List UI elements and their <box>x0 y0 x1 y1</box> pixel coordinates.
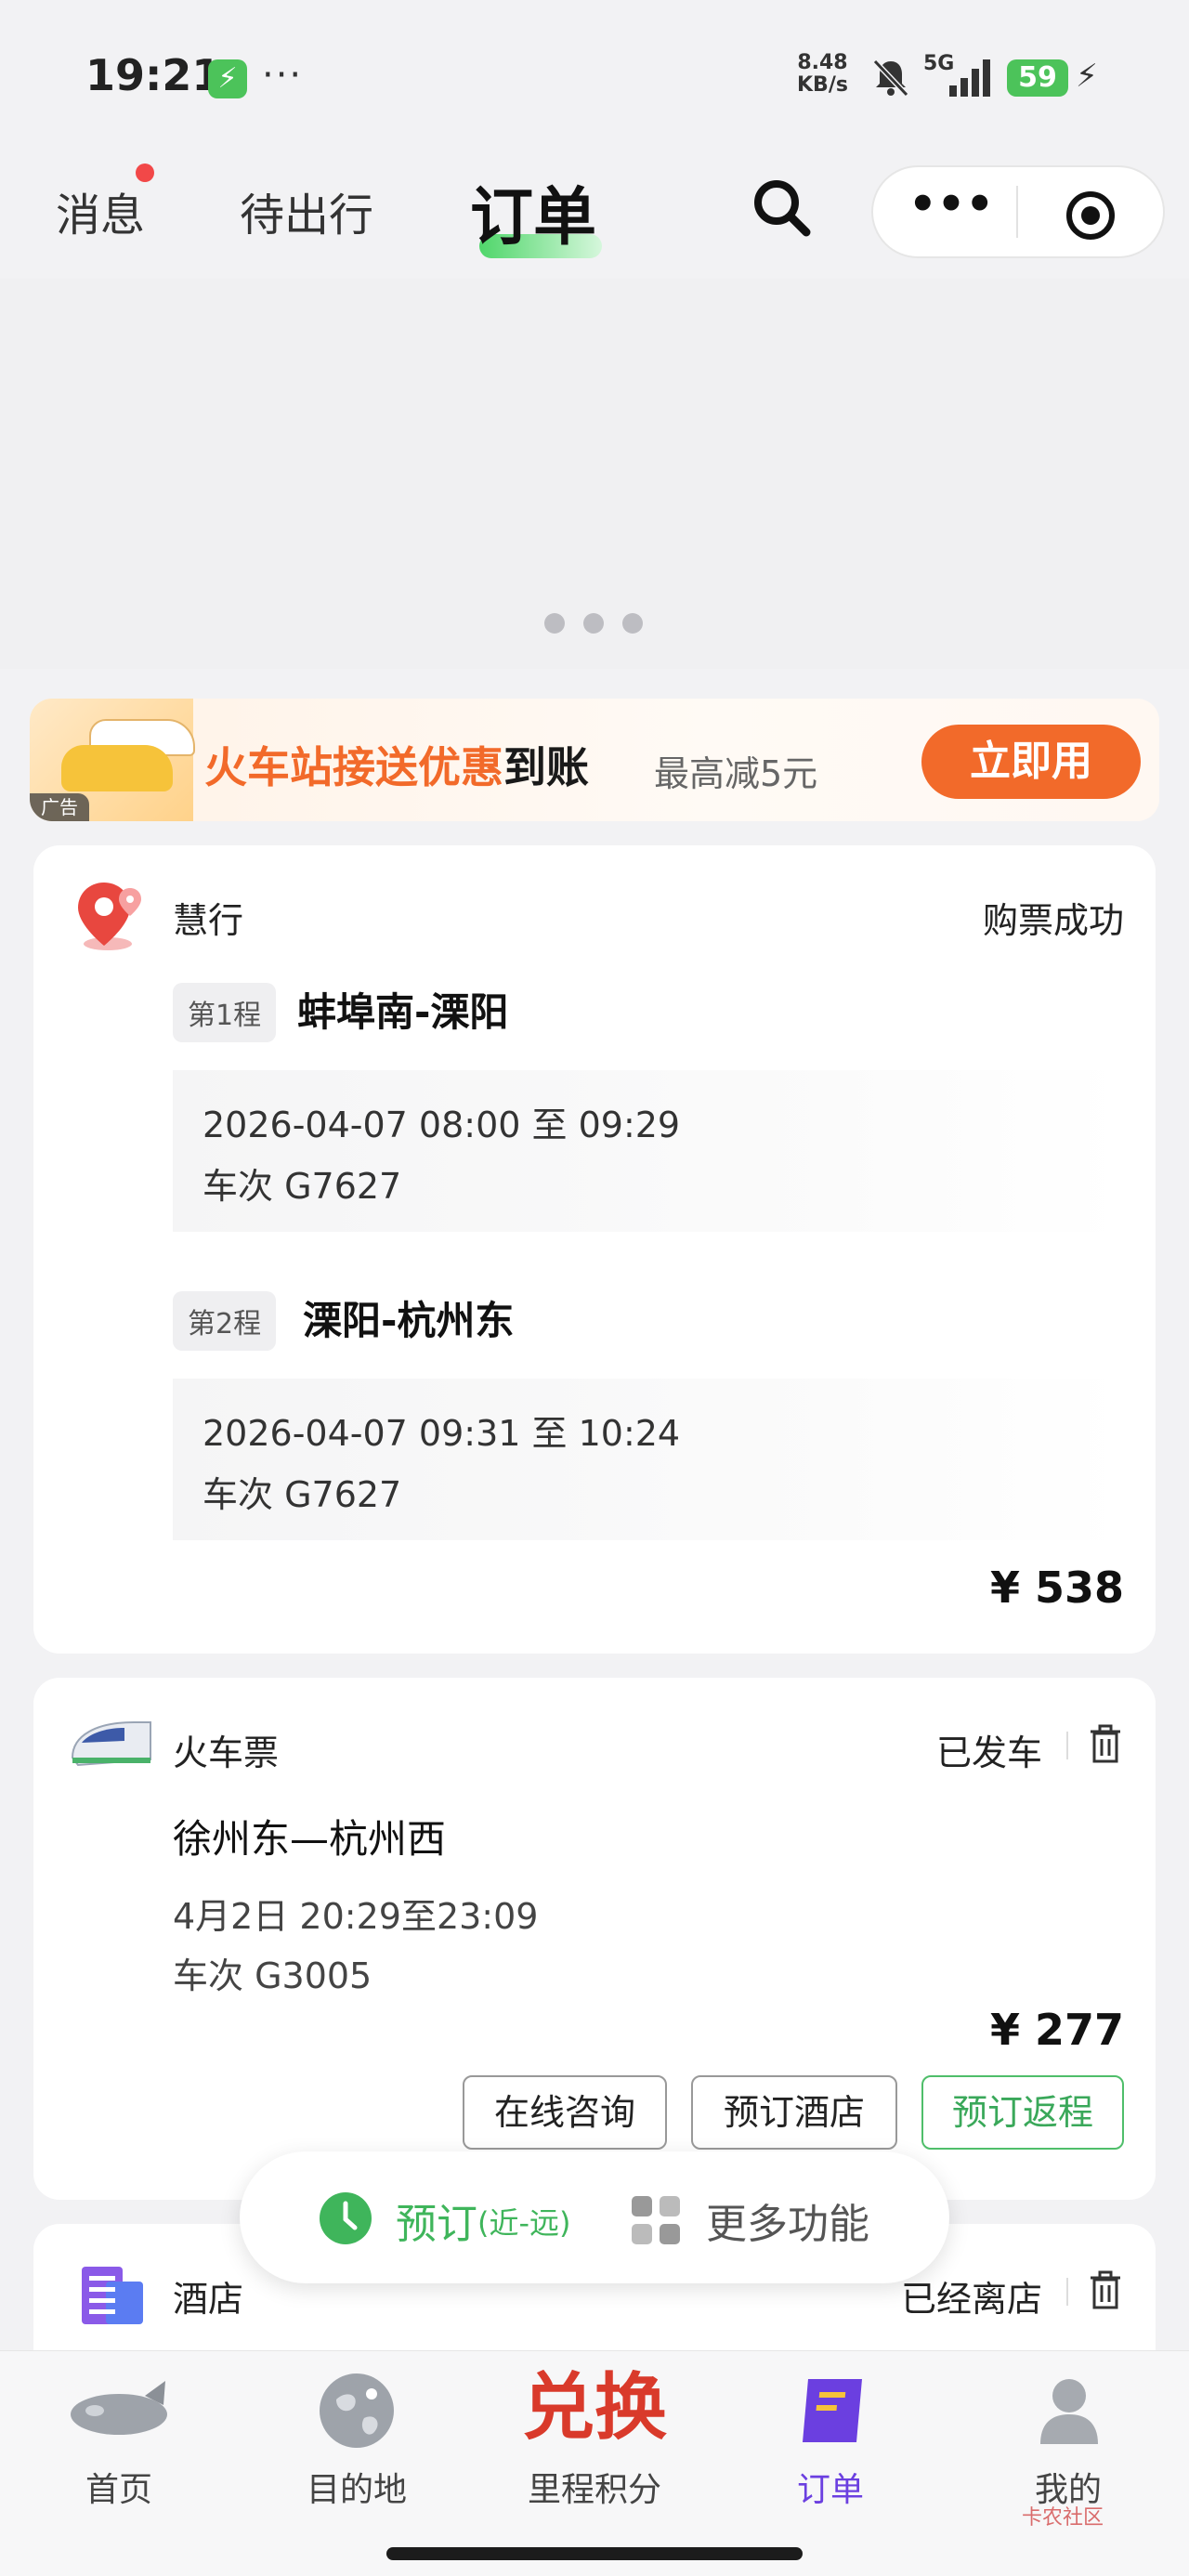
tab-destination[interactable]: 目的地 <box>264 2351 450 2537</box>
segment-tag: 第1程 <box>173 983 277 1042</box>
trash-icon[interactable] <box>1087 2270 1124 2309</box>
grid-icon[interactable] <box>630 2194 682 2246</box>
tab-label: 首页 <box>85 2471 152 2509</box>
card-brand: 慧行 <box>173 900 244 941</box>
order-status: 购票成功 <box>982 900 1124 941</box>
floating-action-bar: 预订 (近-远) 更多功能 <box>240 2151 949 2283</box>
car-illustration <box>61 745 173 791</box>
book-range-label: (近-远) <box>477 2205 571 2241</box>
tab-orders[interactable]: 订单 <box>470 165 596 257</box>
trip-time: 4月2日 20:29至23:09 <box>173 1896 539 1937</box>
order-card-huixing[interactable]: 慧行 购票成功 第1程 蚌埠南-溧阳 2026-04-07 08:00 至 09… <box>33 845 1156 1654</box>
ad-title-dark: 到账 <box>503 742 589 792</box>
order-book-icon <box>803 2379 862 2442</box>
more-notifications-icon: ··· <box>262 54 304 97</box>
tab-home[interactable]: 首页 <box>26 2351 212 2537</box>
segment-route: 溧阳-杭州东 <box>303 1298 515 1343</box>
trip-train: 车次 G3005 <box>173 1955 372 1996</box>
home-indicator[interactable] <box>386 2547 803 2560</box>
tab-label: 订单 <box>796 2471 864 2509</box>
segment-tag: 第2程 <box>173 1291 277 1351</box>
ad-tag: 广告 <box>30 793 89 821</box>
tab-label: 里程积分 <box>527 2471 661 2509</box>
banner-carousel[interactable] <box>0 279 1189 669</box>
globe-icon <box>320 2373 394 2448</box>
user-icon <box>1040 2379 1098 2444</box>
order-card-train[interactable]: 火车票 已发车 徐州东—杭州西 4月2日 20:29至23:09 车次 G300… <box>33 1678 1156 2200</box>
order-price: ¥ 277 <box>989 2005 1124 2055</box>
ad-title: 火车站接送优惠到账 <box>204 734 589 795</box>
ad-title-highlight: 火车站接送优惠 <box>204 742 503 792</box>
carousel-dot <box>583 613 604 634</box>
watermark-text: 卡农社区 <box>1022 2506 1104 2530</box>
battery-level: 59 <box>1007 59 1068 97</box>
tab-label: 目的地 <box>306 2471 407 2509</box>
airplane-home-icon <box>71 2381 167 2435</box>
ad-banner[interactable]: 广告 火车站接送优惠到账 最高减5元 立即用 <box>30 699 1159 821</box>
ad-use-button[interactable]: 立即用 <box>921 725 1141 799</box>
unread-dot <box>136 163 154 182</box>
network-speed-unit: KB/s <box>797 73 848 97</box>
trip-route: 徐州东—杭州西 <box>173 1816 447 1862</box>
order-price: ¥ 538 <box>989 1563 1124 1613</box>
location-pin-icon <box>78 883 141 950</box>
consult-online-button[interactable]: 在线咨询 <box>463 2075 667 2150</box>
close-miniprogram-icon[interactable] <box>1065 190 1117 242</box>
signal-icon <box>949 59 990 97</box>
status-time: 19:21 <box>85 50 222 100</box>
tab-orders-bottom[interactable]: 订单 <box>738 2351 923 2537</box>
more-functions-button[interactable]: 更多功能 <box>706 2190 869 2250</box>
network-speed: 8.48 KB/s <box>797 52 848 97</box>
hotel-icon <box>82 2267 143 2324</box>
order-status: 已发车 <box>935 1733 1042 1773</box>
card-type: 酒店 <box>173 2279 244 2320</box>
charging-icon: ⚡ <box>1076 58 1098 95</box>
mute-icon <box>872 59 909 98</box>
book-hotel-button[interactable]: 预订酒店 <box>691 2075 897 2150</box>
segment-detail: 2026-04-07 09:31 至 10:24 车次 G7627 <box>173 1379 1124 1540</box>
exchange-icon: 兑换 <box>521 2365 667 2450</box>
segment-time: 2026-04-07 09:31 至 10:24 <box>203 1413 681 1454</box>
search-icon[interactable] <box>749 175 814 240</box>
clock-icon[interactable] <box>318 2190 373 2246</box>
book-return-button[interactable]: 预订返程 <box>921 2075 1124 2150</box>
ad-subtitle: 最高减5元 <box>654 753 818 794</box>
more-options-icon[interactable]: ••• <box>908 182 994 238</box>
tab-messages[interactable]: 消息 <box>56 178 145 243</box>
trash-icon[interactable] <box>1087 1724 1124 1763</box>
tab-mileage[interactable]: 兑换 里程积分 <box>502 2351 687 2537</box>
book-button[interactable]: 预订 <box>396 2190 477 2250</box>
network-speed-value: 8.48 <box>797 51 848 74</box>
charging-app-icon: ⚡ <box>208 59 247 98</box>
segment-detail: 2026-04-07 08:00 至 09:29 车次 G7627 <box>173 1070 1124 1232</box>
carousel-dot <box>622 613 643 634</box>
order-status: 已经离店 <box>900 2279 1042 2320</box>
segment-train: 车次 G7627 <box>203 1474 402 1515</box>
segment-train: 车次 G7627 <box>203 1166 402 1207</box>
capsule-divider <box>1016 186 1018 238</box>
status-divider <box>1066 1732 1068 1759</box>
segment-time: 2026-04-07 08:00 至 09:29 <box>203 1105 681 1145</box>
carousel-dot <box>544 613 565 634</box>
status-divider <box>1066 2278 1068 2306</box>
bottom-tab-bar: 首页 目的地 兑换 里程积分 订单 我的 <box>0 2350 1189 2576</box>
card-type: 火车票 <box>173 1733 280 1773</box>
train-icon <box>71 1721 151 1767</box>
segment-route: 蚌埠南-溧阳 <box>297 989 509 1035</box>
tab-upcoming[interactable]: 待出行 <box>240 178 373 243</box>
